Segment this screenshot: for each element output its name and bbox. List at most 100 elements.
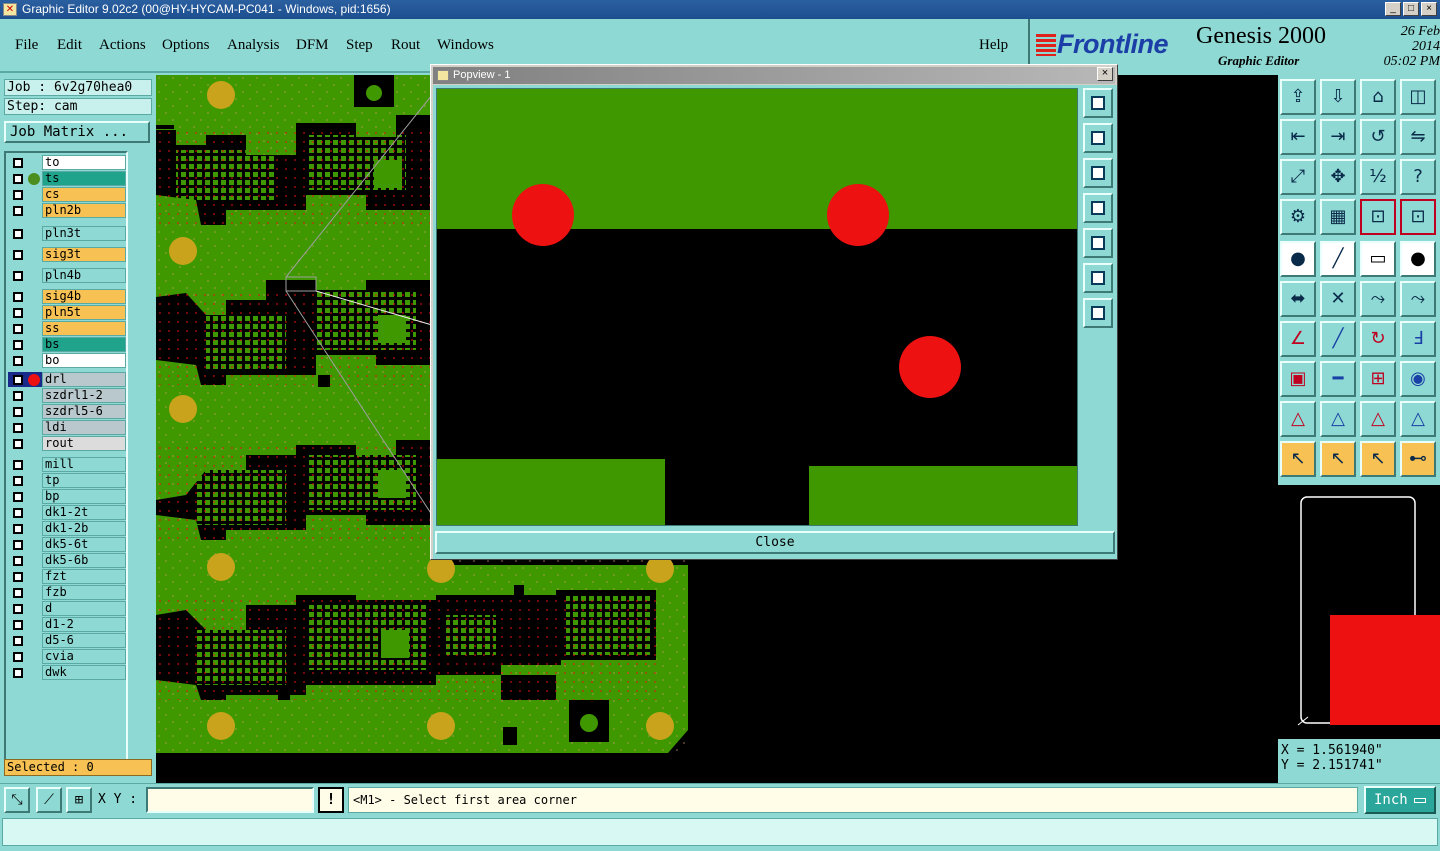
layer-row[interactable]: pln3t — [8, 226, 126, 241]
popview-fit-icon[interactable] — [1083, 263, 1113, 293]
help-icon[interactable]: ? — [1400, 159, 1436, 195]
layer-name[interactable]: dk5-6b — [42, 553, 126, 568]
menu-options[interactable]: Options — [162, 37, 210, 54]
layer-row[interactable]: d5-6 — [8, 633, 126, 648]
unit-selector[interactable]: Inch — [1364, 786, 1436, 814]
split-view-icon[interactable]: ◫ — [1400, 79, 1436, 115]
popview-close-x-button[interactable]: × — [1097, 67, 1113, 81]
group-icon[interactable]: ◉ — [1400, 361, 1436, 397]
minimize-button[interactable]: _ — [1385, 2, 1401, 16]
popview-pan-icon[interactable] — [1083, 298, 1113, 328]
menu-actions[interactable]: Actions — [99, 37, 146, 54]
layer-checkbox[interactable] — [13, 356, 23, 366]
layer-row[interactable]: dk1-2b — [8, 521, 126, 536]
layer-checkbox[interactable] — [13, 572, 23, 582]
layer-up-icon[interactable]: ⇪ — [1280, 79, 1316, 115]
layer-checkbox[interactable] — [13, 324, 23, 334]
select-icon[interactable]: ↖ — [1280, 441, 1316, 477]
layer-row[interactable]: pln5t — [8, 305, 126, 320]
layer-row[interactable]: cvia — [8, 649, 126, 664]
mirror-icon[interactable]: ⇋ — [1400, 119, 1436, 155]
layer-checkbox[interactable] — [13, 556, 23, 566]
layer-checkbox[interactable] — [13, 588, 23, 598]
layer-name[interactable]: szdrl5-6 — [42, 404, 126, 419]
arc-icon[interactable]: ↻ — [1360, 321, 1396, 357]
layer-checkbox[interactable] — [13, 292, 23, 302]
layer-name[interactable]: fzt — [42, 569, 126, 584]
alert-icon[interactable]: ! — [318, 787, 344, 813]
layer-row[interactable]: pln4b — [8, 268, 126, 283]
layer-name[interactable]: sig4b — [42, 289, 126, 304]
layer-checkbox[interactable] — [13, 524, 23, 534]
layer-name[interactable]: bs — [42, 337, 126, 352]
layer-row[interactable]: d1-2 — [8, 617, 126, 632]
layer-row[interactable]: dk5-6b — [8, 553, 126, 568]
menu-analysis[interactable]: Analysis — [227, 37, 280, 54]
layer-checkbox[interactable] — [13, 423, 23, 433]
layer-name[interactable]: drl — [42, 372, 126, 387]
layer-checkbox[interactable] — [13, 620, 23, 630]
layer-name[interactable]: rout — [42, 436, 126, 451]
layer-name[interactable]: pln3t — [42, 226, 126, 241]
layer-name[interactable]: tp — [42, 473, 126, 488]
xy-input[interactable] — [146, 787, 314, 813]
layer-checkbox[interactable] — [13, 229, 23, 239]
layer-row[interactable]: bs — [8, 337, 126, 352]
layer-checkbox[interactable] — [13, 439, 23, 449]
menu-help[interactable]: Help — [979, 37, 1008, 54]
layer-row[interactable]: sig3t — [8, 247, 126, 262]
rotate-icon[interactable]: ↺ — [1360, 119, 1396, 155]
draw-line-icon[interactable]: ╱ — [1320, 241, 1356, 277]
zoom-area-icon[interactable]: ⤡ — [4, 787, 30, 813]
layer-name[interactable]: ts — [42, 171, 126, 186]
layer-name[interactable]: dwk — [42, 665, 126, 680]
popview-up-icon[interactable] — [1083, 123, 1113, 153]
circle-icon[interactable]: ● — [1400, 241, 1436, 277]
split-icon[interactable]: ━ — [1320, 361, 1356, 397]
layer-checkbox[interactable] — [13, 174, 23, 184]
popview-close-button[interactable]: Close — [435, 531, 1115, 554]
layer-name[interactable]: ldi — [42, 420, 126, 435]
add-pad-icon[interactable]: ● — [1280, 241, 1316, 277]
layer-checkbox[interactable] — [13, 492, 23, 502]
grid-icon[interactable]: ▦ — [1320, 199, 1356, 235]
measure-icon[interactable]: ⊞ — [1360, 361, 1396, 397]
copy-icon[interactable]: ⤳ — [1400, 281, 1436, 317]
triangle-a-icon[interactable]: △ — [1320, 401, 1356, 437]
menu-file[interactable]: File — [15, 37, 38, 54]
layer-name[interactable]: ss — [42, 321, 126, 336]
home-icon[interactable]: ⌂ — [1360, 79, 1396, 115]
prev-icon[interactable]: ⇤ — [1280, 119, 1316, 155]
layer-checkbox[interactable] — [13, 250, 23, 260]
layer-row[interactable]: fzb — [8, 585, 126, 600]
layer-name[interactable]: dk1-2b — [42, 521, 126, 536]
select-box-icon[interactable]: ↖ — [1320, 441, 1356, 477]
layer-name[interactable]: cs — [42, 187, 126, 202]
grid-snap-icon[interactable]: ⊞ — [66, 787, 92, 813]
layer-down-icon[interactable]: ⇩ — [1320, 79, 1356, 115]
settings-icon[interactable]: ⚙ — [1280, 199, 1316, 235]
close-window-button[interactable]: × — [1421, 2, 1437, 16]
scale-1-2-icon[interactable]: ½ — [1360, 159, 1396, 195]
layer-checkbox[interactable] — [13, 190, 23, 200]
layer-row[interactable]: ss — [8, 321, 126, 336]
popview-canvas[interactable] — [436, 88, 1078, 526]
popview-zoom-icon[interactable] — [1083, 88, 1113, 118]
next-icon[interactable]: ⇥ — [1320, 119, 1356, 155]
layer-checkbox[interactable] — [13, 308, 23, 318]
layer-row[interactable]: dwk — [8, 665, 126, 680]
layer-row[interactable]: ts — [8, 171, 126, 186]
layer-checkbox[interactable] — [13, 271, 23, 281]
layer-row[interactable]: mill — [8, 457, 126, 472]
layer-checkbox[interactable] — [13, 476, 23, 486]
layer-name[interactable]: pln2b — [42, 203, 126, 218]
fit-icon[interactable]: ⤢ — [1280, 159, 1316, 195]
layer-name[interactable]: szdrl1-2 — [42, 388, 126, 403]
layer-checkbox[interactable] — [13, 652, 23, 662]
layer-checkbox[interactable] — [13, 668, 23, 678]
layer-row[interactable]: szdrl5-6 — [8, 404, 126, 419]
layer-checkbox[interactable] — [13, 508, 23, 518]
layer-name[interactable]: bp — [42, 489, 126, 504]
menu-dfm[interactable]: DFM — [296, 37, 329, 54]
select-circle-icon[interactable]: ↖ — [1360, 441, 1396, 477]
